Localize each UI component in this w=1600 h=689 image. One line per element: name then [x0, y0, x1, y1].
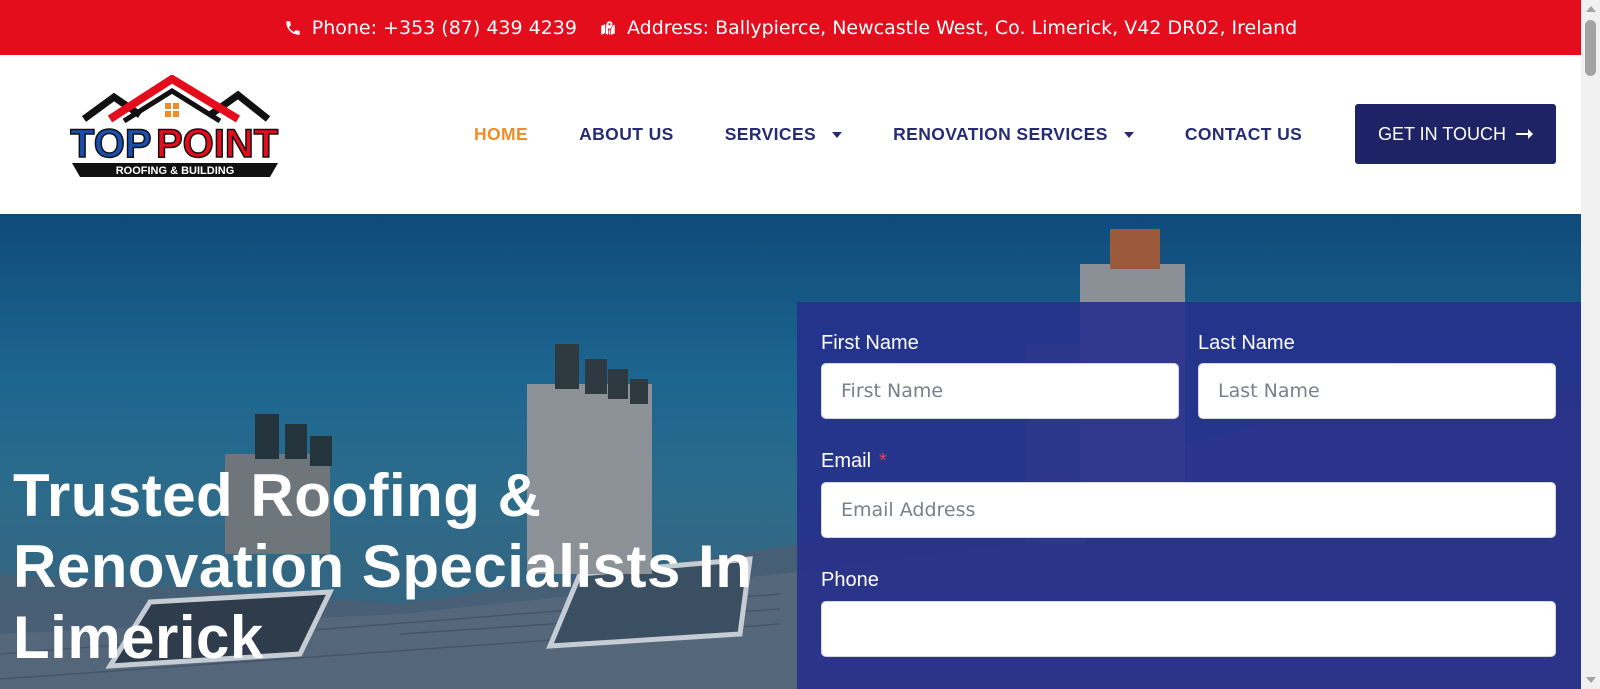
phone-field[interactable] [822, 602, 1555, 656]
hero-title: Trusted Roofing & Renovation Specialists… [13, 462, 753, 671]
first-name-label-text: First Name [821, 332, 919, 354]
nav-contact-us[interactable]: CONTACT US [1185, 124, 1302, 145]
svg-text:ROOFING & BUILDING: ROOFING & BUILDING [116, 165, 235, 177]
nav-services-label: SERVICES [724, 124, 817, 144]
arrow-right-icon [1516, 129, 1534, 139]
get-in-touch-button[interactable]: GET IN TOUCH [1355, 104, 1556, 164]
email-field[interactable] [822, 483, 1555, 537]
nav-home[interactable]: HOME [474, 124, 528, 145]
main-navigation: HOME ABOUT US SERVICES RENOVATION SERVIC… [474, 55, 1353, 214]
nav-renovation-services-label: RENOVATION SERVICES [893, 124, 1108, 144]
caret-down-icon [1123, 131, 1134, 138]
phone-label: Phone [821, 569, 879, 592]
site-header: TOP POINT ROOFING & BUILDING HOME ABOUT … [0, 55, 1581, 214]
address-text: Address: Ballypierce, Newcastle West, Co… [627, 16, 1298, 39]
phone-text: Phone: +353 (87) 439 4239 [311, 16, 577, 39]
page-scrollbar[interactable] [1581, 0, 1600, 689]
first-name-label: First Name [821, 332, 919, 355]
last-name-field-wrapper [1198, 363, 1556, 419]
phone-info[interactable]: Phone: +353 (87) 439 4239 [284, 17, 577, 39]
required-mark: * [879, 450, 887, 472]
top-contact-bar: Phone: +353 (87) 439 4239 Address: Bally… [0, 0, 1581, 55]
svg-text:TOP: TOP [70, 122, 152, 166]
email-label-text: Email [821, 450, 872, 472]
last-name-label: Last Name [1198, 332, 1295, 355]
nav-contact-us-label: CONTACT US [1184, 124, 1303, 144]
nav-home-label: HOME [474, 124, 529, 144]
phone-label-text: Phone [821, 569, 879, 591]
last-name-label-text: Last Name [1198, 332, 1295, 354]
scroll-up-icon[interactable] [1586, 6, 1596, 12]
nav-renovation-services[interactable]: RENOVATION SERVICES [893, 124, 1134, 145]
address-info: Address: Ballypierce, Newcastle West, Co… [599, 17, 1297, 39]
scrollbar-thumb[interactable] [1585, 20, 1596, 76]
email-label: Email * [821, 450, 887, 473]
nav-about-us-label: ABOUT US [579, 124, 674, 144]
last-name-field[interactable] [1199, 364, 1555, 418]
email-field-wrapper [821, 482, 1556, 538]
phone-icon [286, 20, 300, 35]
contact-form: First Name Last Name Email * Phone [797, 302, 1581, 689]
nav-about-us[interactable]: ABOUT US [579, 124, 674, 145]
scroll-down-icon[interactable] [1586, 677, 1596, 683]
caret-down-icon [832, 131, 843, 138]
phone-field-wrapper [821, 601, 1556, 657]
company-logo[interactable]: TOP POINT ROOFING & BUILDING [69, 74, 280, 180]
first-name-field-wrapper [821, 363, 1179, 419]
nav-services[interactable]: SERVICES [724, 124, 843, 145]
first-name-field[interactable] [822, 364, 1178, 418]
svg-text:POINT: POINT [156, 122, 278, 166]
map-icon [601, 20, 615, 35]
get-in-touch-label: GET IN TOUCH [1377, 123, 1507, 144]
